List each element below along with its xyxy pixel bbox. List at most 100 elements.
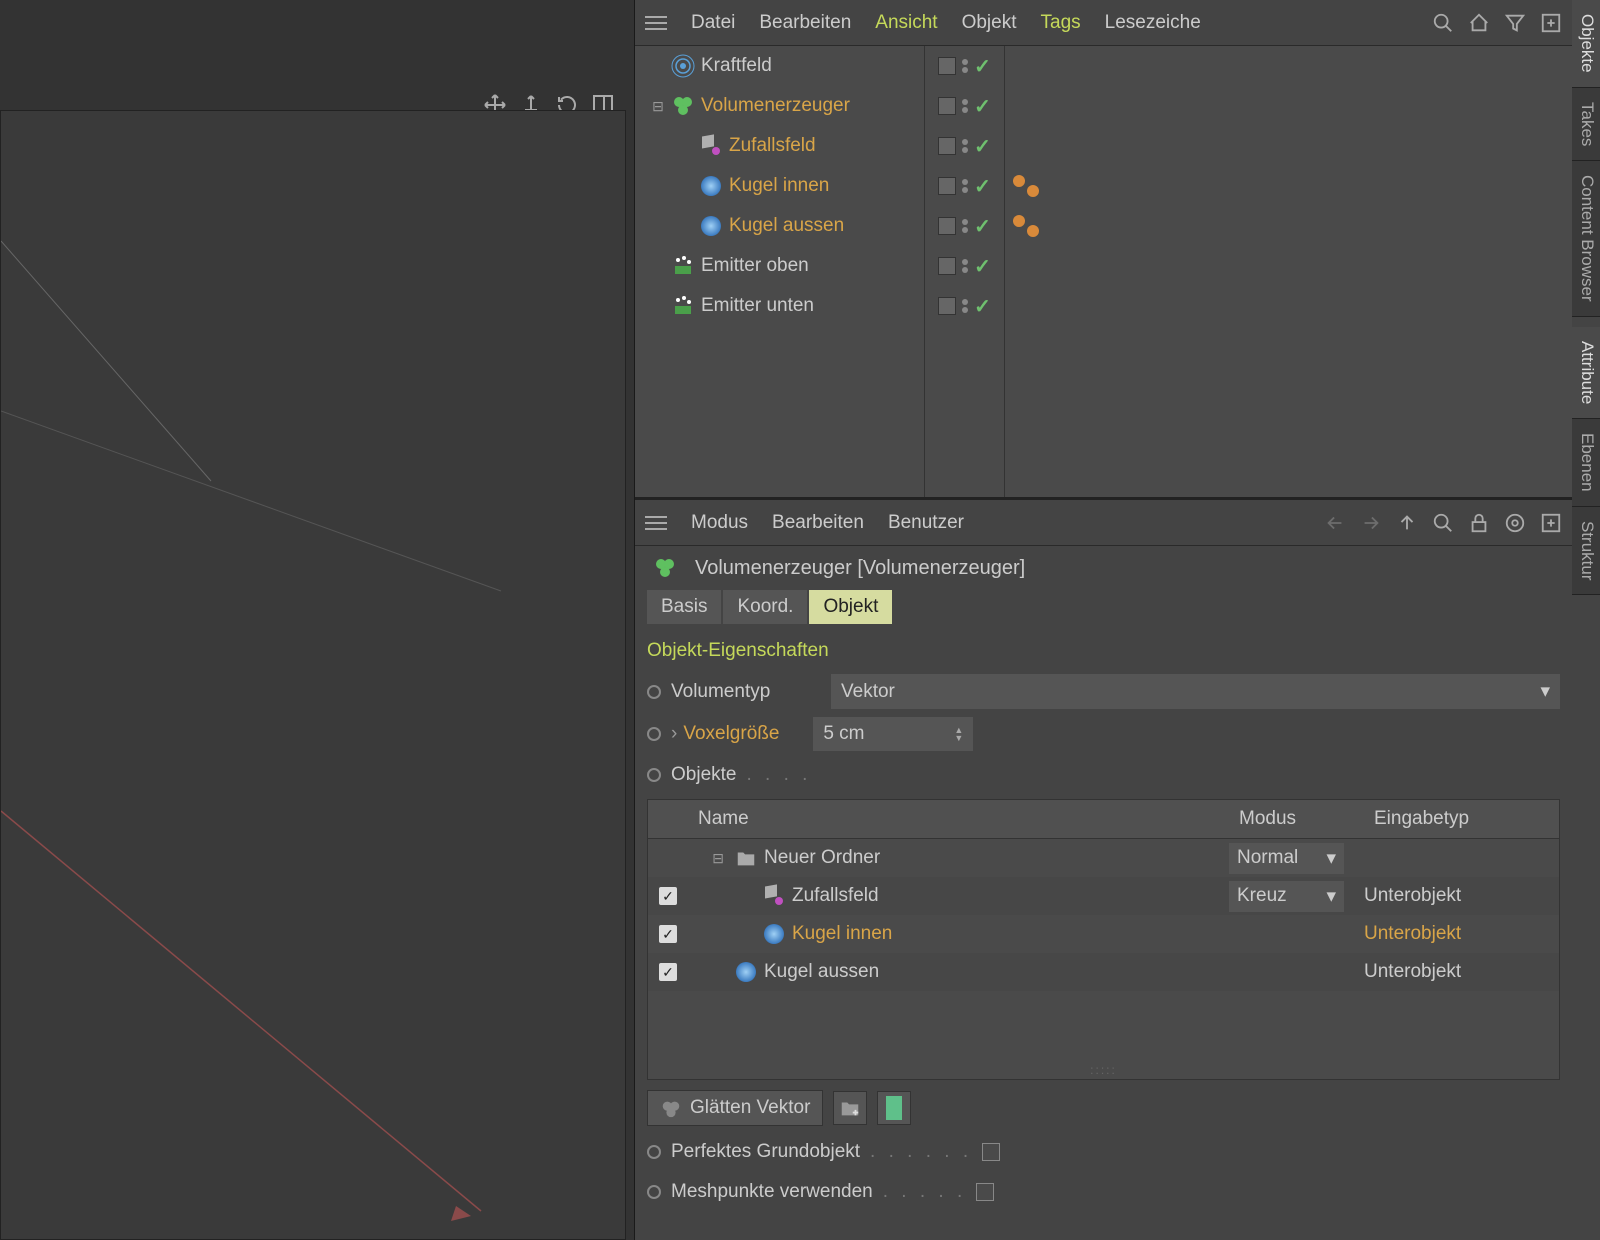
spinner-voxelgroesse[interactable]: 5 cm ▲▼ bbox=[813, 717, 973, 751]
row-checkbox[interactable]: ✓ bbox=[659, 887, 677, 905]
add-icon[interactable] bbox=[1540, 12, 1562, 34]
visibility-dots-icon[interactable] bbox=[962, 179, 968, 193]
material-tag-icon[interactable] bbox=[1027, 225, 1039, 237]
menu-benutzer[interactable]: Benutzer bbox=[888, 512, 964, 534]
resize-grip-icon[interactable]: ::::: bbox=[648, 1061, 1559, 1079]
search-icon[interactable] bbox=[1432, 12, 1454, 34]
tree-label[interactable]: Volumenerzeuger bbox=[701, 95, 850, 117]
menu-bearbeiten[interactable]: Bearbeiten bbox=[759, 12, 851, 34]
filter-icon[interactable] bbox=[1504, 12, 1526, 34]
visibility-row[interactable]: ✓ bbox=[925, 126, 1004, 166]
dropdown-volumentyp[interactable]: Vektor ▾ bbox=[831, 674, 1560, 709]
visibility-dots-icon[interactable] bbox=[962, 139, 968, 153]
tree-label[interactable]: Kugel aussen bbox=[729, 215, 844, 237]
row-name[interactable]: Kugel aussen bbox=[764, 961, 879, 983]
mode-dropdown[interactable]: Kreuz▾ bbox=[1229, 881, 1344, 912]
visibility-row[interactable]: ✓ bbox=[925, 86, 1004, 126]
checkbox-perfekt[interactable] bbox=[982, 1143, 1000, 1161]
layer-color-icon[interactable] bbox=[938, 257, 956, 275]
visibility-dots-icon[interactable] bbox=[962, 259, 968, 273]
anim-bullet-icon[interactable] bbox=[647, 768, 661, 782]
visibility-dots-icon[interactable] bbox=[962, 219, 968, 233]
menu-bearbeiten[interactable]: Bearbeiten bbox=[772, 512, 864, 534]
material-tag-icon[interactable] bbox=[1013, 215, 1025, 227]
tree-label[interactable]: Zufallsfeld bbox=[729, 135, 816, 157]
menu-lesezeiche[interactable]: Lesezeiche bbox=[1105, 12, 1201, 34]
anim-bullet-icon[interactable] bbox=[647, 1145, 661, 1159]
up-icon[interactable] bbox=[1396, 512, 1418, 534]
layer-color-icon[interactable] bbox=[938, 217, 956, 235]
visibility-row[interactable]: ✓ bbox=[925, 246, 1004, 286]
visibility-row[interactable]: ✓ bbox=[925, 46, 1004, 86]
tree-label[interactable]: Emitter oben bbox=[701, 255, 809, 277]
tree-row[interactable]: Kraftfeld bbox=[635, 46, 924, 86]
forward-icon[interactable] bbox=[1360, 512, 1382, 534]
menu-objekt[interactable]: Objekt bbox=[962, 12, 1017, 34]
enabled-check-icon[interactable]: ✓ bbox=[974, 94, 991, 119]
layer-color-icon[interactable] bbox=[938, 97, 956, 115]
add-icon[interactable] bbox=[1540, 512, 1562, 534]
enabled-check-icon[interactable]: ✓ bbox=[974, 214, 991, 239]
anim-bullet-icon[interactable] bbox=[647, 685, 661, 699]
anim-bullet-icon[interactable] bbox=[647, 1185, 661, 1199]
subtable-row[interactable]: ⊟Neuer OrdnerNormal▾ bbox=[648, 839, 1559, 877]
row-name[interactable]: Neuer Ordner bbox=[764, 847, 880, 869]
material-tag-icon[interactable] bbox=[1027, 185, 1039, 197]
viewport-3d[interactable] bbox=[0, 110, 626, 1240]
row-checkbox[interactable]: ✓ bbox=[659, 925, 677, 943]
visibility-row[interactable]: ✓ bbox=[925, 166, 1004, 206]
subtable-row[interactable]: ✓Kugel aussenUnterobjekt bbox=[648, 953, 1559, 991]
menu-datei[interactable]: Datei bbox=[691, 12, 735, 34]
anim-bullet-icon[interactable] bbox=[647, 727, 661, 741]
layer-color-icon[interactable] bbox=[938, 137, 956, 155]
tab-objekt[interactable]: Objekt bbox=[809, 590, 892, 624]
sidetab-attribute[interactable]: Attribute bbox=[1572, 327, 1600, 419]
viewport-panel[interactable] bbox=[0, 0, 635, 1240]
tree-label[interactable]: Kugel innen bbox=[729, 175, 829, 197]
enabled-check-icon[interactable]: ✓ bbox=[974, 254, 991, 279]
back-icon[interactable] bbox=[1324, 512, 1346, 534]
sidetab-objekte[interactable]: Objekte bbox=[1572, 0, 1600, 88]
tab-koord[interactable]: Koord. bbox=[723, 590, 807, 624]
spinner-arrows-icon[interactable]: ▲▼ bbox=[954, 726, 963, 742]
row-name[interactable]: Kugel innen bbox=[792, 923, 892, 945]
tree-row[interactable]: Zufallsfeld bbox=[635, 126, 924, 166]
tree-row[interactable]: Emitter oben bbox=[635, 246, 924, 286]
layer-color-icon[interactable] bbox=[938, 57, 956, 75]
target-icon[interactable] bbox=[1504, 512, 1526, 534]
enabled-check-icon[interactable]: ✓ bbox=[974, 134, 991, 159]
hamburger-icon[interactable] bbox=[645, 16, 667, 30]
visibility-row[interactable]: ✓ bbox=[925, 286, 1004, 326]
home-icon[interactable] bbox=[1468, 12, 1490, 34]
visibility-dots-icon[interactable] bbox=[962, 59, 968, 73]
visibility-dots-icon[interactable] bbox=[962, 99, 968, 113]
hamburger-icon[interactable] bbox=[645, 516, 667, 530]
enabled-check-icon[interactable]: ✓ bbox=[974, 294, 991, 319]
row-checkbox[interactable]: ✓ bbox=[659, 963, 677, 981]
tree-label[interactable]: Emitter unten bbox=[701, 295, 814, 317]
smooth-vector-button[interactable]: Glätten Vektor bbox=[647, 1090, 823, 1126]
subtable-row[interactable]: ✓Kugel innenUnterobjekt bbox=[648, 915, 1559, 953]
sidetab-takes[interactable]: Takes bbox=[1572, 88, 1600, 161]
menu-ansicht[interactable]: Ansicht bbox=[875, 12, 937, 34]
enabled-check-icon[interactable]: ✓ bbox=[974, 174, 991, 199]
visibility-row[interactable]: ✓ bbox=[925, 206, 1004, 246]
tree-label[interactable]: Kraftfeld bbox=[701, 55, 772, 77]
tree-row[interactable]: ⊟ Volumenerzeuger bbox=[635, 86, 924, 126]
row-name[interactable]: Zufallsfeld bbox=[792, 885, 879, 907]
tab-basis[interactable]: Basis bbox=[647, 590, 721, 624]
preset-button[interactable] bbox=[877, 1091, 911, 1125]
layer-color-icon[interactable] bbox=[938, 297, 956, 315]
menu-modus[interactable]: Modus bbox=[691, 512, 748, 534]
mode-dropdown[interactable]: Normal▾ bbox=[1229, 843, 1344, 874]
sidetab-struktur[interactable]: Struktur bbox=[1572, 507, 1600, 596]
lock-icon[interactable] bbox=[1468, 512, 1490, 534]
tree-row[interactable]: Kugel innen bbox=[635, 166, 924, 206]
subtable-row[interactable]: ✓ZufallsfeldKreuz▾Unterobjekt bbox=[648, 877, 1559, 915]
layer-color-icon[interactable] bbox=[938, 177, 956, 195]
menu-tags[interactable]: Tags bbox=[1041, 12, 1081, 34]
search-icon[interactable] bbox=[1432, 512, 1454, 534]
expander-icon[interactable]: ⊟ bbox=[651, 98, 665, 115]
visibility-dots-icon[interactable] bbox=[962, 299, 968, 313]
add-folder-button[interactable] bbox=[833, 1091, 867, 1125]
